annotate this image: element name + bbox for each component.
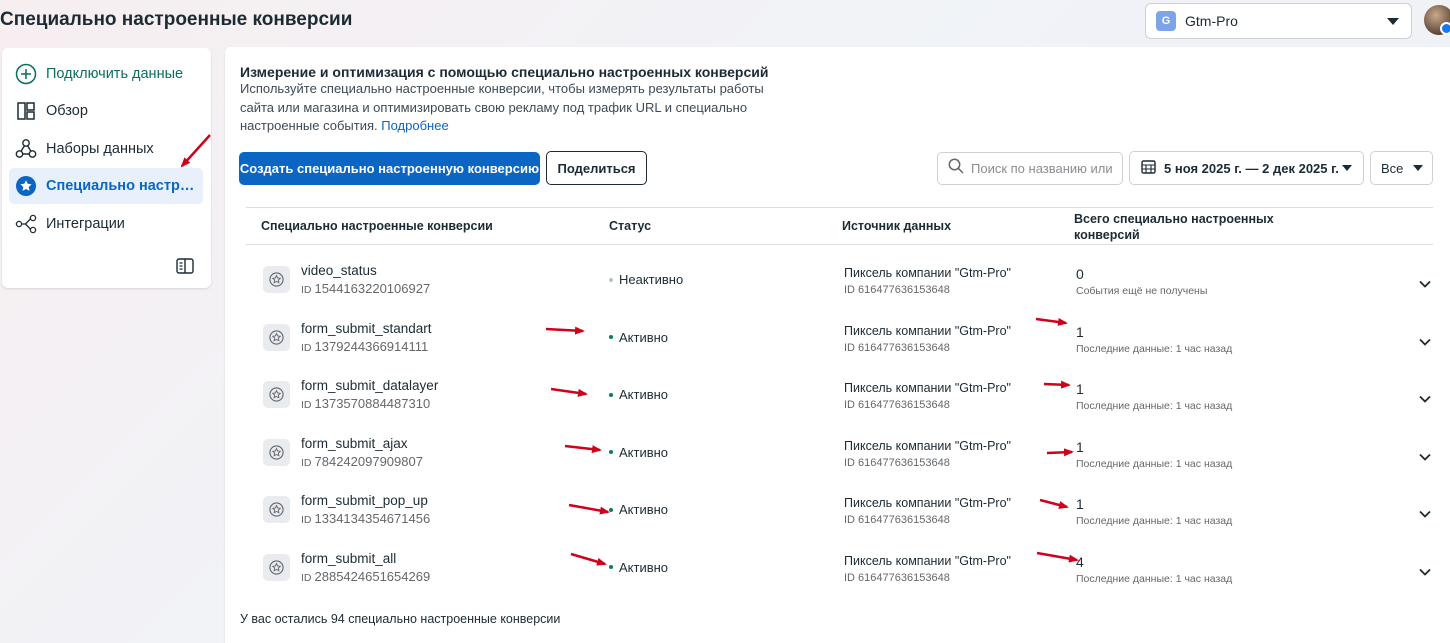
annotation-arrow-total-1 (1035, 317, 1068, 326)
annotation-arrow-status-3 (564, 444, 602, 454)
annotation-arrow-status-2 (550, 387, 588, 397)
annotation-arrow-total-3 (1046, 448, 1074, 457)
annotation-arrow-sidebar (180, 134, 211, 168)
annotation-arrow (180, 134, 1079, 566)
annotation-arrow-status-4 (568, 503, 610, 515)
annotation-arrow-status-5 (570, 552, 607, 566)
annotation-arrow-total-2 (1043, 380, 1071, 389)
annotation-arrow-total-5 (1036, 551, 1079, 563)
annotation-arrow-total-4 (1039, 498, 1069, 509)
annotation-arrow-status-1 (545, 326, 585, 335)
